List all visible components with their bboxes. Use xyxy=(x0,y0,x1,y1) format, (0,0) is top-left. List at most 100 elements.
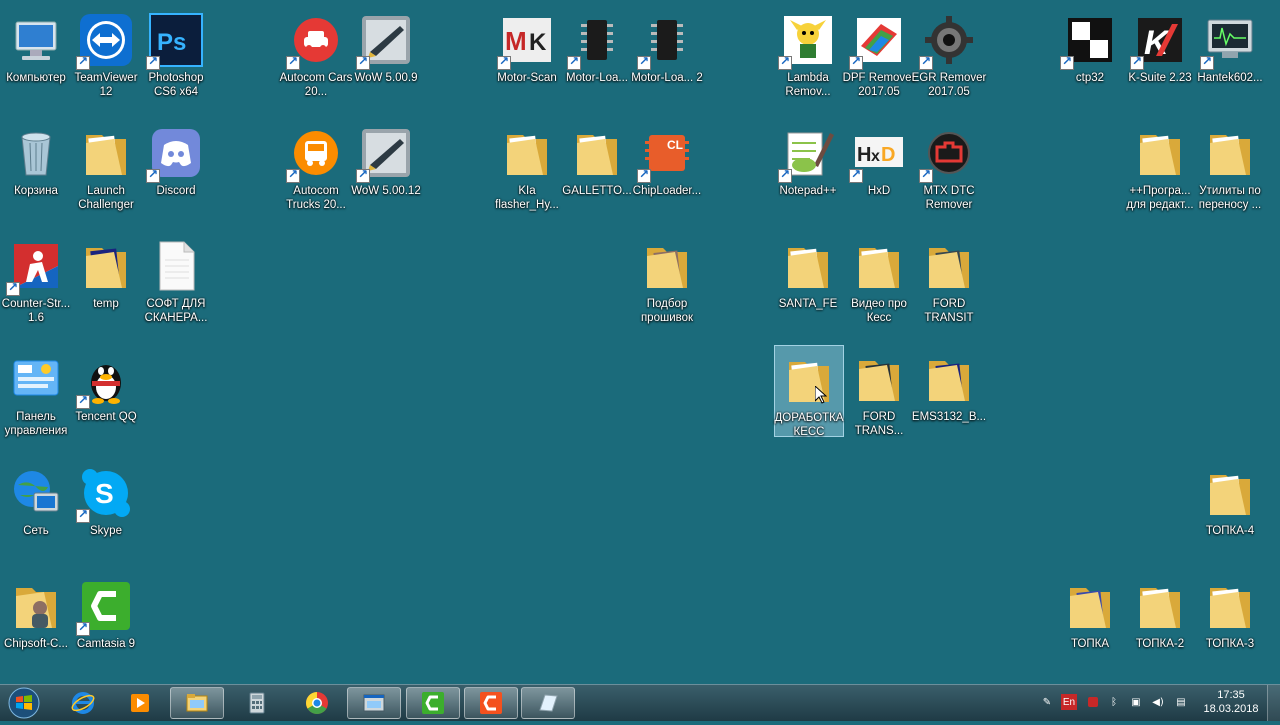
folder-icon xyxy=(780,238,836,294)
desktop-icon-tencent-qq[interactable]: Tencent QQ xyxy=(71,345,141,437)
desktop-icon-ksuite[interactable]: K K-Suite 2.23 xyxy=(1125,6,1195,98)
desktop-icon-transfer-utils[interactable]: Утилиты по переносу ... xyxy=(1195,119,1265,211)
desktop-icon-ford-trans[interactable]: FORD TRANS... xyxy=(844,345,914,437)
chip-icon xyxy=(637,12,695,70)
desktop-icon-launch-challenger[interactable]: Launch Challenger xyxy=(71,119,141,211)
taskbar-camtasia-recorder[interactable] xyxy=(406,687,460,719)
shortcut-arrow-icon xyxy=(637,167,651,183)
desktop-icon-notepad-plus-plus[interactable]: Notepad++ xyxy=(773,119,843,211)
desktop-icon-egr-remover[interactable]: EGR Remover 2017.05 xyxy=(912,6,986,98)
desktop-icon-topka-2[interactable]: ТОПКА-2 xyxy=(1125,572,1195,664)
desktop-icon-wow-5012[interactable]: WoW 5.00.12 xyxy=(351,119,421,211)
desktop-icon-motor-scan[interactable]: MK Motor-Scan xyxy=(492,6,562,98)
pen-icon[interactable]: ✎ xyxy=(1040,695,1054,709)
desktop-icon-santa-fe[interactable]: SANTA_FE xyxy=(773,232,843,324)
taskbar-camtasia-studio[interactable] xyxy=(464,687,518,719)
start-button[interactable] xyxy=(6,686,42,720)
cartoon-character-icon xyxy=(778,12,836,70)
desktop-icon-lambda[interactable]: Lambda Remov... xyxy=(773,6,843,98)
desktop-icon-firmware[interactable]: Подбор прошивок xyxy=(632,232,702,324)
desktop-icon-discord[interactable]: Discord xyxy=(141,119,211,211)
bluetooth-icon[interactable]: ᛒ xyxy=(1107,695,1121,709)
taskbar-calculator[interactable] xyxy=(230,687,284,719)
desktop-icon-ford-transit[interactable]: FORD TRANSIT xyxy=(914,232,984,324)
desktop-icon-dpf-remover[interactable]: DPF Remover 2017.05 xyxy=(843,6,915,98)
engine-check-icon xyxy=(919,125,977,183)
desktop-icon-control-panel[interactable]: Панель управления xyxy=(1,345,71,437)
desktop-icon-soft-scanner[interactable]: СОФТ ДЛЯ СКАНЕРА... xyxy=(141,232,211,324)
folder-icon xyxy=(851,351,907,407)
shortcut-arrow-icon xyxy=(76,54,90,70)
volume-icon[interactable]: ◀) xyxy=(1151,695,1165,709)
usb-device-icon[interactable]: ▣ xyxy=(1129,695,1143,709)
desktop-icon-chipsoft[interactable]: Chipsoft-C... xyxy=(1,572,71,664)
folder-icon xyxy=(639,238,695,294)
desktop-icon-autocom-cars[interactable]: Autocom Cars 20... xyxy=(280,6,352,98)
wow-icon xyxy=(356,12,414,70)
language-indicator[interactable]: En xyxy=(1061,694,1077,710)
shortcut-arrow-icon xyxy=(919,167,933,183)
clock[interactable]: 17:35 18.03.2018 xyxy=(1198,688,1264,716)
svg-text:CL: CL xyxy=(667,138,683,152)
folder-icon xyxy=(851,238,907,294)
desktop-icon-kess-mod[interactable]: ДОРАБОТКА КЕСС xyxy=(774,345,844,438)
desktop-icon-topka-3[interactable]: ТОПКА-3 xyxy=(1195,572,1265,664)
svg-text:S: S xyxy=(95,478,114,509)
shortcut-arrow-icon xyxy=(146,167,160,183)
desktop-icon-wow-5009[interactable]: WoW 5.00.9 xyxy=(351,6,421,98)
notepad-plus-plus-icon xyxy=(778,125,836,183)
desktop-icon-hxd[interactable]: HxD HxD xyxy=(844,119,914,211)
folder-icon xyxy=(1202,465,1258,521)
skype-icon: S xyxy=(76,465,134,523)
desktop-icon-computer[interactable]: Компьютер xyxy=(1,6,71,98)
desktop-icon-motor-loader[interactable]: Motor-Loa... xyxy=(562,6,632,98)
desktop-icon-topka[interactable]: ТОПКА xyxy=(1055,572,1125,664)
desktop-icon-skype[interactable]: S Skype xyxy=(71,459,141,551)
desktop-icon-ctp32[interactable]: ctp32 xyxy=(1055,6,1125,98)
taskbar-explorer[interactable] xyxy=(170,687,224,719)
desktop-icon-camtasia[interactable]: Camtasia 9 xyxy=(71,572,141,664)
show-desktop-button[interactable] xyxy=(1267,685,1280,721)
desktop-icon-ems3132[interactable]: EMS3132_B... xyxy=(912,345,986,437)
desktop-icon-topka-4[interactable]: ТОПКА-4 xyxy=(1195,459,1265,551)
taskbar-media-player[interactable] xyxy=(113,687,167,719)
folder-icon xyxy=(1132,125,1188,181)
desktop-icon-chiploader[interactable]: CL ChipLoader... xyxy=(632,119,702,211)
shortcut-arrow-icon xyxy=(76,620,90,636)
windows-logo-icon xyxy=(8,687,40,719)
taskbar-chrome[interactable] xyxy=(290,687,344,719)
desktop[interactable]: Компьютер TeamViewer 12 Ps Photoshop CS6… xyxy=(0,0,1280,684)
taskbar-notes[interactable] xyxy=(521,687,575,719)
desktop-icon-photoshop[interactable]: Ps Photoshop CS6 x64 xyxy=(141,6,211,98)
ctp32-icon xyxy=(1060,12,1118,70)
desktop-icon-counter-strike[interactable]: Counter-Str... 1.6 xyxy=(1,232,71,324)
network-status-icon[interactable]: ▤ xyxy=(1174,695,1188,709)
taskbar: ✎ En ᛒ ▣ ◀) ▤ 17:35 18.03.2018 xyxy=(0,684,1280,721)
taskbar-internet-explorer[interactable] xyxy=(56,687,110,719)
shortcut-arrow-icon xyxy=(1130,54,1144,70)
folder-icon xyxy=(781,352,837,408)
desktop-icon-programs-editor[interactable]: ++Програ... для редакт... xyxy=(1125,119,1195,211)
desktop-icon-teamviewer[interactable]: TeamViewer 12 xyxy=(71,6,141,98)
shortcut-arrow-icon xyxy=(146,54,160,70)
desktop-icon-network[interactable]: Сеть xyxy=(1,459,71,551)
desktop-icon-hantek[interactable]: Hantek602... xyxy=(1195,6,1265,98)
window-preview-icon xyxy=(363,694,385,712)
folder-icon xyxy=(78,238,134,294)
shortcut-arrow-icon xyxy=(778,167,792,183)
desktop-icon-autocom-trucks[interactable]: Autocom Trucks 20... xyxy=(281,119,351,211)
control-panel-icon xyxy=(8,351,64,407)
autocom-car-icon xyxy=(286,12,344,70)
taskbar-screenshot[interactable] xyxy=(347,687,401,719)
desktop-icon-galletto[interactable]: GALLETTO... xyxy=(562,119,632,211)
desktop-icon-kia-flasher[interactable]: KIa flasher_Hy... xyxy=(492,119,562,211)
antivirus-icon[interactable] xyxy=(1086,695,1100,709)
desktop-icon-motor-loader-2[interactable]: Motor-Loa... 2 xyxy=(631,6,703,98)
desktop-icon-temp[interactable]: temp xyxy=(71,232,141,324)
desktop-icon-video-kess[interactable]: Видео про Кесс xyxy=(844,232,914,324)
media-player-icon xyxy=(131,694,149,712)
computer-icon xyxy=(8,12,64,68)
shortcut-arrow-icon xyxy=(567,54,581,70)
desktop-icon-recycle-bin[interactable]: Корзина xyxy=(1,119,71,211)
desktop-icon-mtx-dtc-remover[interactable]: MTX DTC Remover xyxy=(914,119,984,211)
